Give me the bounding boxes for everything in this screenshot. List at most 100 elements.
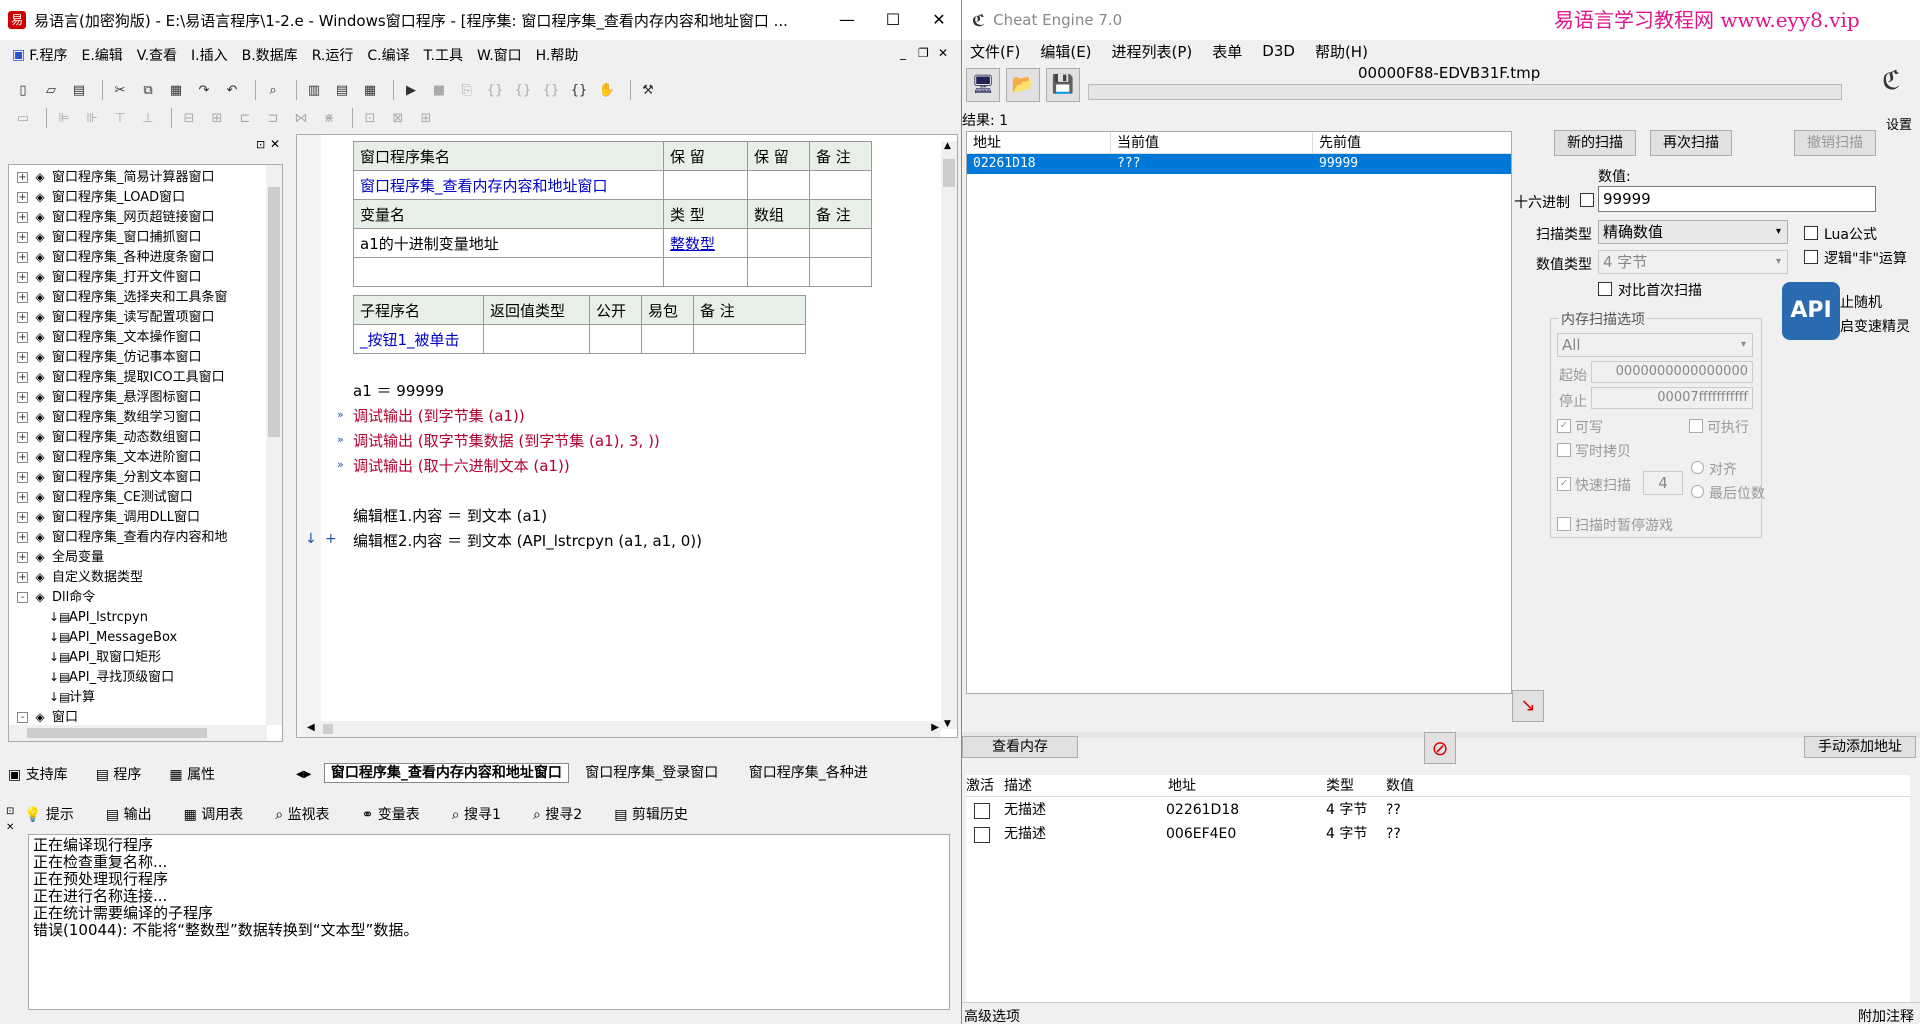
tree-vscrollbar[interactable] bbox=[266, 165, 282, 725]
ide-titlebar[interactable]: 易 易语言(加密狗版) - E:\易语言程序\1-2.e - Windows窗口… bbox=[0, 0, 961, 40]
layout1-icon[interactable]: ▥ bbox=[303, 80, 325, 100]
ce-settings-logo-icon[interactable]: ℭ bbox=[1882, 66, 1900, 96]
cell[interactable] bbox=[747, 170, 810, 200]
space-v-icon[interactable]: ⋇ bbox=[318, 108, 340, 128]
undo-icon[interactable]: ↶ bbox=[221, 80, 243, 100]
cell[interactable] bbox=[589, 324, 642, 354]
new-scan-button[interactable]: 新的扫描 bbox=[1554, 130, 1636, 156]
table-row[interactable]: 无描述 02261D18 4 字节 ?? bbox=[966, 799, 1910, 821]
resize-icon[interactable]: ⊠ bbox=[387, 108, 409, 128]
scan-type-select[interactable]: 精确数值 ▾ bbox=[1598, 220, 1788, 244]
tab-hint[interactable]: 💡 提示 bbox=[24, 804, 90, 824]
cow-checkbox[interactable] bbox=[1557, 443, 1571, 457]
step-in-icon[interactable]: {} bbox=[484, 80, 506, 100]
tree-item[interactable]: + ◈ 窗口程序集_简易计算器窗口 bbox=[17, 167, 282, 187]
tree-item[interactable]: + ◈ 窗口程序集_提取ICO工具窗口 bbox=[17, 367, 282, 387]
minimize-button[interactable]: — bbox=[824, 0, 870, 40]
cell[interactable] bbox=[663, 170, 748, 200]
align-icon[interactable]: ▭ bbox=[12, 108, 34, 128]
tree-item[interactable]: + ◈ 窗口程序集_动态数组窗口 bbox=[17, 427, 282, 447]
project-tree[interactable]: + ◈ 窗口程序集_简易计算器窗口 + ◈ 窗口程序集_LOAD窗口 + ◈ 窗口程序集_网页超… bbox=[8, 164, 283, 742]
mdi-restore-button[interactable]: ❐ bbox=[918, 46, 929, 60]
center-v-icon[interactable]: ⊞ bbox=[206, 108, 228, 128]
code-line-4[interactable]: 调试输出 (取十六进制文本 (a1)) bbox=[353, 454, 570, 479]
hand-icon[interactable]: ✋ bbox=[596, 80, 618, 100]
expand-toggle-icon[interactable]: + bbox=[17, 332, 28, 343]
tab-callstack[interactable]: ▦ 调用表 bbox=[184, 804, 260, 824]
open-folder-icon[interactable]: ▱ bbox=[40, 80, 62, 100]
expand-toggle-icon[interactable]: + bbox=[17, 192, 28, 203]
expand-toggle-icon[interactable]: + bbox=[17, 532, 28, 543]
step-over-icon[interactable]: {} bbox=[512, 80, 534, 100]
cell[interactable] bbox=[747, 228, 810, 258]
tree-item[interactable]: + ◈ 窗口程序集_LOAD窗口 bbox=[17, 187, 282, 207]
tree-item[interactable]: + ◈ 窗口程序集_各种进度条窗口 bbox=[17, 247, 282, 267]
same-width-icon[interactable]: ⊏ bbox=[234, 108, 256, 128]
open-file-button[interactable]: 📂 bbox=[1006, 68, 1040, 102]
cell[interactable] bbox=[747, 257, 810, 287]
add-to-list-arrow-button[interactable]: ↘ bbox=[1512, 690, 1544, 722]
tree-item[interactable]: + ◈ 窗口程序集_文本操作窗口 bbox=[17, 327, 282, 347]
settings-label[interactable]: 设置 bbox=[1886, 114, 1912, 133]
run-to-cursor-icon[interactable]: {} bbox=[568, 80, 590, 100]
tab-program[interactable]: ▤ 程序 bbox=[96, 764, 156, 784]
tree-item[interactable]: ↓▤计算 bbox=[17, 687, 282, 707]
value-input[interactable]: 99999 bbox=[1598, 186, 1876, 212]
cell[interactable] bbox=[663, 257, 748, 287]
expand-toggle-icon[interactable]: + bbox=[17, 472, 28, 483]
expand-toggle-icon[interactable]: + bbox=[17, 172, 28, 183]
code-line-6[interactable]: 编辑框1.内容 ＝ 到文本 (a1) bbox=[353, 504, 547, 529]
expand-toggle-icon[interactable]: + bbox=[17, 212, 28, 223]
maximize-button[interactable]: ☐ bbox=[870, 0, 916, 40]
tree-item[interactable]: ↓▤API_lstrcpyn bbox=[17, 607, 282, 627]
tree-item[interactable]: - ◈ 窗口 bbox=[17, 707, 282, 725]
not-logic-checkbox[interactable] bbox=[1804, 250, 1818, 264]
close-button[interactable]: ✕ bbox=[916, 0, 961, 40]
cell[interactable] bbox=[641, 324, 694, 354]
address-table[interactable]: 激活 描述 地址 类型 数值 无描述 02261D18 4 字节 ?? 无描述 … bbox=[966, 775, 1910, 1015]
compare-first-checkbox[interactable] bbox=[1598, 282, 1612, 296]
results-list[interactable]: 地址 当前值 先前值 02261D18 ??? 99999 bbox=[966, 131, 1512, 694]
menu-database[interactable]: B.数据库 bbox=[242, 45, 298, 65]
col-description[interactable]: 描述 bbox=[1004, 775, 1032, 797]
tree-item[interactable]: - ◈ Dll命令 bbox=[17, 587, 282, 607]
expand-toggle-icon[interactable]: - bbox=[17, 712, 28, 723]
mdi-close-button[interactable]: ✕ bbox=[938, 46, 948, 60]
col-value[interactable]: 数值 bbox=[1386, 775, 1414, 797]
layout3-icon[interactable]: ▦ bbox=[359, 80, 381, 100]
expand-toggle-icon[interactable]: + bbox=[17, 392, 28, 403]
editor-tab[interactable]: 窗口程序集_各种进 bbox=[749, 765, 868, 781]
active-checkbox[interactable] bbox=[974, 803, 990, 819]
tree-item[interactable]: + ◈ 窗口程序集_数组学习窗口 bbox=[17, 407, 282, 427]
view-memory-button[interactable]: 查看内存 bbox=[962, 736, 1078, 758]
menu-program[interactable]: F.程序 bbox=[29, 45, 67, 65]
tree-item[interactable]: + ◈ 窗口程序集_网页超链接窗口 bbox=[17, 207, 282, 227]
expand-toggle-icon[interactable]: + bbox=[17, 272, 28, 283]
start-input[interactable]: 0000000000000000 bbox=[1591, 361, 1753, 383]
expand-toggle-icon[interactable]: + bbox=[17, 552, 28, 563]
cell[interactable] bbox=[353, 257, 664, 287]
tab-vars[interactable]: ⚭ 变量表 bbox=[362, 804, 436, 824]
tab-search1[interactable]: ⌕ 搜寻1 bbox=[452, 804, 517, 824]
tab-properties[interactable]: ▦ 属性 bbox=[169, 764, 229, 784]
var-name-cell[interactable]: a1的十进制变量地址 bbox=[353, 228, 664, 258]
cell[interactable] bbox=[809, 170, 872, 200]
col-current[interactable]: 当前值 bbox=[1111, 132, 1313, 153]
menu-insert[interactable]: I.插入 bbox=[191, 45, 228, 65]
menu-compile[interactable]: C.编译 bbox=[367, 45, 409, 65]
ce-menu-edit[interactable]: 编辑(E) bbox=[1040, 41, 1091, 62]
tree-item[interactable]: + ◈ 窗口程序集_打开文件窗口 bbox=[17, 267, 282, 287]
expand-toggle-icon[interactable]: - bbox=[17, 592, 28, 603]
layout2-icon[interactable]: ▤ bbox=[331, 80, 353, 100]
step-out-icon[interactable]: {} bbox=[540, 80, 562, 100]
new-file-icon[interactable]: ▯ bbox=[12, 80, 34, 100]
save-file-button[interactable]: 💾 bbox=[1046, 68, 1080, 102]
region-select[interactable]: All ▾ bbox=[1557, 333, 1753, 357]
writable-checkbox[interactable]: ✓ bbox=[1557, 419, 1571, 433]
expand-toggle-icon[interactable]: + bbox=[17, 572, 28, 583]
add-address-button[interactable]: 手动添加地址 bbox=[1804, 736, 1916, 758]
copy-icon[interactable]: ⧉ bbox=[137, 80, 159, 100]
assembly-name-cell[interactable]: 窗口程序集_查看内存内容和地址窗口 bbox=[353, 170, 664, 200]
result-row[interactable]: 02261D18 ??? 99999 bbox=[967, 154, 1511, 174]
tree-pin-icon[interactable]: ⊡ bbox=[256, 138, 265, 151]
